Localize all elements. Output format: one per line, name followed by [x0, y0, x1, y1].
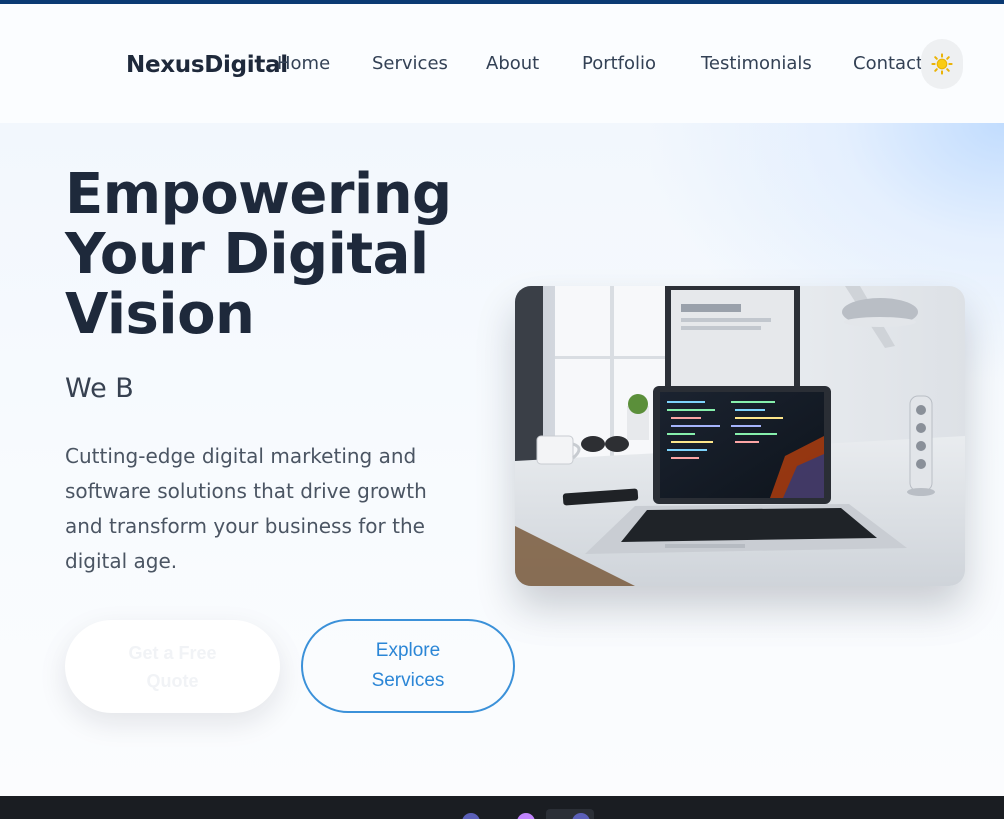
laptop-workspace-image — [515, 286, 965, 586]
hero-section: Empowering Your Digital Vision We B Cutt… — [0, 123, 1004, 796]
hero-image — [515, 286, 965, 586]
footer-dot — [517, 813, 535, 819]
nav-item-testimonials[interactable]: Testimonials — [701, 53, 812, 74]
hero-description: Cutting-edge digital marketing and softw… — [65, 444, 427, 573]
get-quote-button[interactable]: Get a Free Quote — [65, 620, 280, 713]
hero-title: Empowering Your Digital Vision — [65, 162, 452, 347]
navbar: NexusDigital Home Services About Portfol… — [0, 4, 1004, 123]
nav-item-home[interactable]: Home — [277, 53, 330, 74]
nav-item-contact[interactable]: Contact — [853, 53, 923, 74]
theme-toggle-button[interactable] — [921, 39, 963, 89]
footer-strip — [0, 796, 1004, 819]
hero-typed-text: We B — [65, 373, 134, 404]
footer-dot — [462, 813, 480, 819]
nav-links: Home Services About Portfolio Testimonia… — [0, 53, 1004, 79]
nav-item-portfolio[interactable]: Portfolio — [582, 53, 656, 74]
sun-icon — [931, 53, 953, 75]
nav-item-services[interactable]: Services — [372, 53, 448, 74]
explore-services-button[interactable]: Explore Services — [301, 619, 515, 713]
nav-item-about[interactable]: About — [486, 53, 539, 74]
